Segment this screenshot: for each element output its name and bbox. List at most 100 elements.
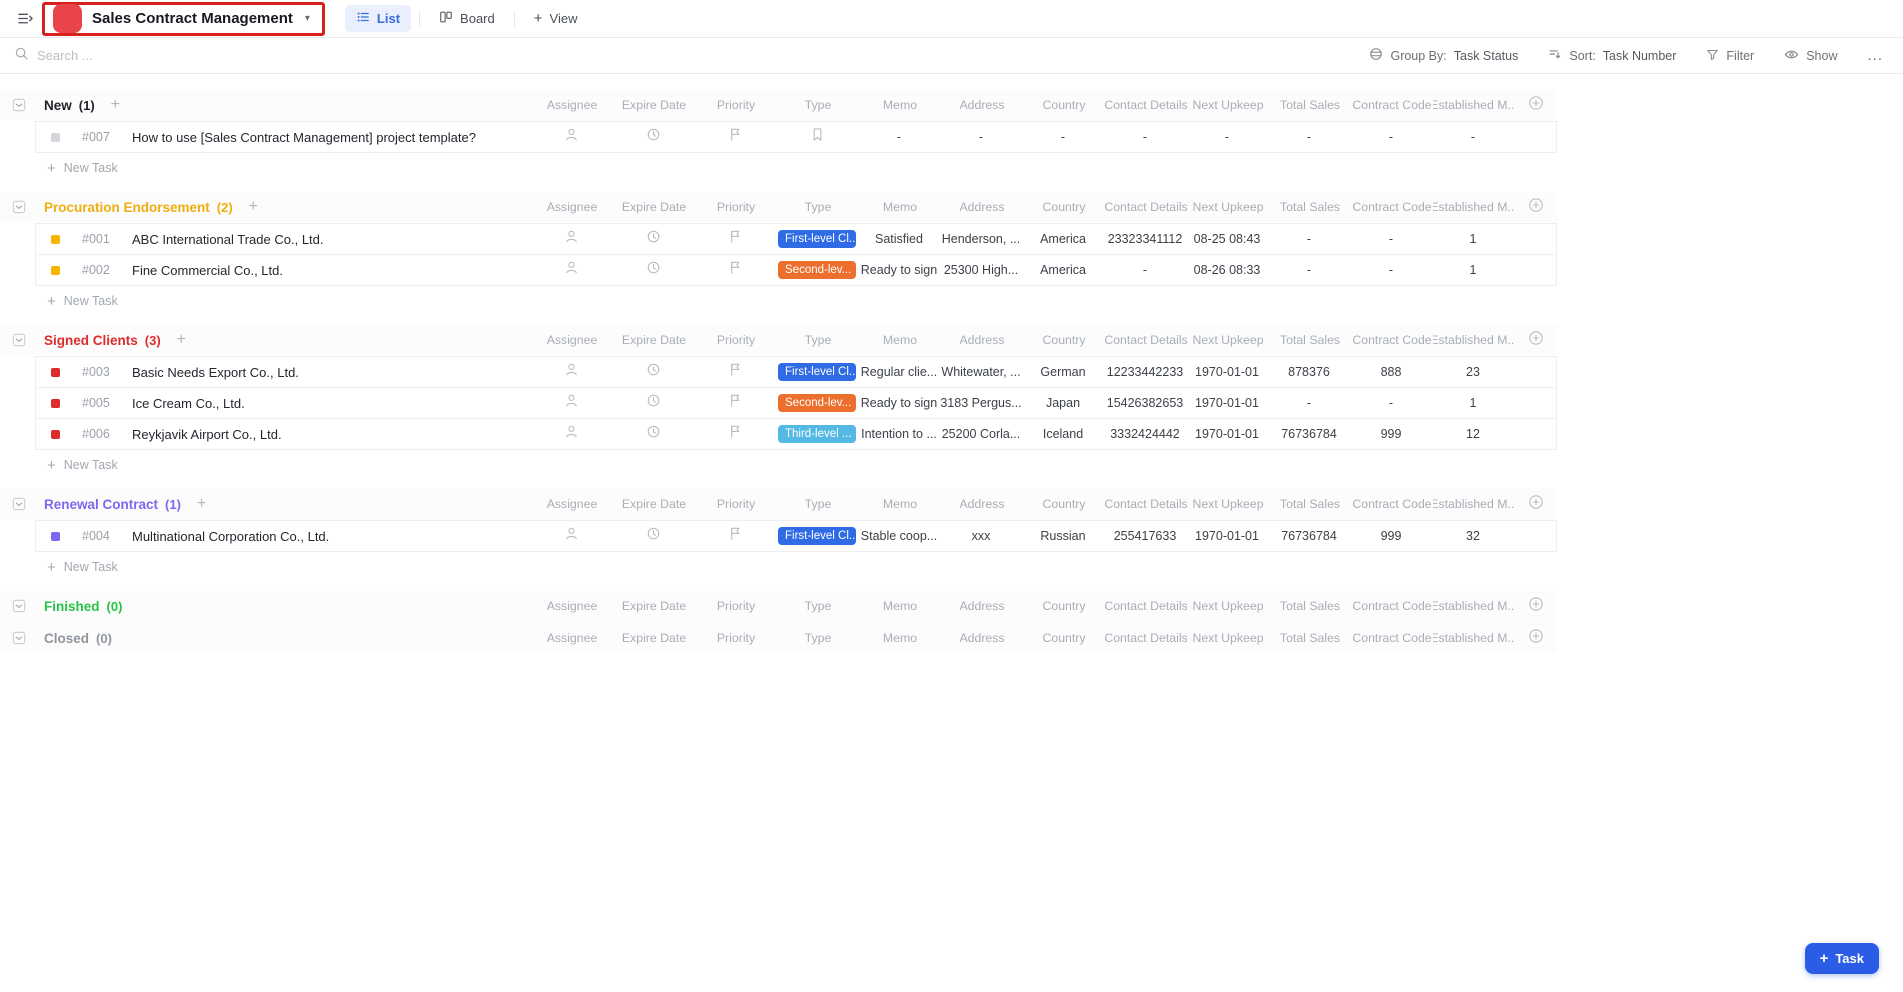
column-header[interactable]: Total Sales [1269,333,1351,347]
group-name[interactable]: Finished [44,599,100,614]
type-badge[interactable]: Second-lev... [778,394,856,412]
column-header[interactable]: Assignee [531,98,613,112]
memo-cell[interactable]: Ready to sign [858,263,940,277]
contract-code-cell[interactable]: 999 [1350,529,1432,543]
column-header[interactable]: Priority [695,333,777,347]
task-title[interactable]: Multinational Corporation Co., Ltd. [132,529,329,544]
expire-date-icon[interactable] [646,393,661,413]
group-name[interactable]: Closed [44,631,89,646]
assignee-icon[interactable] [564,362,579,382]
column-header[interactable]: Assignee [531,497,613,511]
memo-cell[interactable]: Regular clie... [858,365,940,379]
add-column-icon[interactable] [1528,628,1544,649]
add-task-icon[interactable]: + [197,496,206,512]
project-selector[interactable]: Sales Contract Management ▾ [42,2,325,36]
column-header[interactable]: Address [941,98,1023,112]
memo-cell[interactable]: Intention to ... [858,427,940,441]
task-row[interactable]: #003 Basic Needs Export Co., Ltd. First-… [35,356,1557,388]
column-header[interactable]: Memo [859,631,941,645]
column-header[interactable]: Expire Date [613,497,695,511]
assignee-icon[interactable] [564,127,579,147]
type-badge[interactable]: First-level Cl... [778,527,856,545]
column-header[interactable]: Type [777,333,859,347]
contact-details-cell[interactable]: - [1104,130,1186,144]
contact-details-cell[interactable]: 3332424442 [1104,427,1186,441]
column-header[interactable]: Next Upkeep [1187,200,1269,214]
column-header[interactable]: Address [941,599,1023,613]
expire-date-icon[interactable] [646,526,661,546]
expire-date-icon[interactable] [646,229,661,249]
column-header[interactable]: Type [777,98,859,112]
column-header[interactable]: Country [1023,631,1105,645]
priority-flag-icon[interactable] [728,260,743,280]
column-header[interactable]: Priority [695,497,777,511]
contact-details-cell[interactable]: 255417633 [1104,529,1186,543]
column-header[interactable]: Memo [859,497,941,511]
assignee-icon[interactable] [564,393,579,413]
total-sales-cell[interactable]: - [1268,232,1350,246]
task-row[interactable]: #001 ABC International Trade Co., Ltd. F… [35,223,1557,255]
column-header[interactable]: Next Upkeep [1187,497,1269,511]
column-header[interactable]: Established M... [1433,599,1515,613]
column-header[interactable]: Established M... [1433,333,1515,347]
country-cell[interactable]: America [1022,232,1104,246]
next-upkeep-cell[interactable]: 08-26 08:33 [1186,263,1268,277]
tab-list[interactable]: List [345,5,411,32]
column-header[interactable]: Contract Code [1351,333,1433,347]
next-upkeep-cell[interactable]: - [1186,130,1268,144]
column-header[interactable]: Country [1023,599,1105,613]
collapse-group-icon[interactable] [12,333,26,347]
sidebar-expand-icon[interactable] [12,6,38,32]
contact-details-cell[interactable]: 12233442233 [1104,365,1186,379]
group-name[interactable]: New [44,98,72,113]
column-header[interactable]: Expire Date [613,631,695,645]
column-header[interactable]: Memo [859,200,941,214]
show-control[interactable]: Show [1784,47,1837,65]
type-badge[interactable]: First-level Cl... [778,230,856,248]
tab-board[interactable]: Board [428,5,506,32]
established-cell[interactable]: - [1432,130,1514,144]
memo-cell[interactable]: Stable coop... [858,529,940,543]
add-task-icon[interactable]: + [111,97,120,113]
task-row[interactable]: #007 How to use [Sales Contract Manageme… [35,121,1557,153]
column-header[interactable]: Address [941,497,1023,511]
address-cell[interactable]: xxx [940,529,1022,543]
column-header[interactable]: Established M... [1433,631,1515,645]
address-cell[interactable]: Whitewater, ... [940,365,1022,379]
task-title[interactable]: ABC International Trade Co., Ltd. [132,232,324,247]
established-cell[interactable]: 23 [1432,365,1514,379]
column-header[interactable]: Country [1023,333,1105,347]
column-header[interactable]: Expire Date [613,599,695,613]
priority-flag-icon[interactable] [728,526,743,546]
column-header[interactable]: Assignee [531,631,613,645]
contact-details-cell[interactable]: 23323341112 [1104,232,1186,246]
task-title[interactable]: Reykjavik Airport Co., Ltd. [132,427,282,442]
column-header[interactable]: Country [1023,98,1105,112]
add-view-button[interactable]: + View [523,6,589,31]
expire-date-icon[interactable] [646,127,661,147]
column-header[interactable]: Contact Details [1105,333,1187,347]
column-header[interactable]: Type [777,497,859,511]
established-cell[interactable]: 1 [1432,232,1514,246]
country-cell[interactable]: America [1022,263,1104,277]
add-task-icon[interactable]: + [177,332,186,348]
column-header[interactable]: Contract Code [1351,599,1433,613]
collapse-group-icon[interactable] [12,599,26,613]
column-header[interactable]: Established M... [1433,98,1515,112]
collapse-group-icon[interactable] [12,98,26,112]
column-header[interactable]: Total Sales [1269,200,1351,214]
column-header[interactable]: Assignee [531,599,613,613]
established-cell[interactable]: 1 [1432,396,1514,410]
memo-cell[interactable]: Satisfied [858,232,940,246]
more-button[interactable]: ... [1867,47,1883,64]
column-header[interactable]: Next Upkeep [1187,333,1269,347]
task-row[interactable]: #005 Ice Cream Co., Ltd. Second-lev... R… [35,387,1557,419]
column-header[interactable]: Contract Code [1351,631,1433,645]
collapse-group-icon[interactable] [12,631,26,645]
priority-flag-icon[interactable] [728,393,743,413]
add-column-icon[interactable] [1528,197,1544,218]
task-row[interactable]: #006 Reykjavik Airport Co., Ltd. Third-l… [35,418,1557,450]
column-header[interactable]: Type [777,200,859,214]
search-input[interactable] [37,48,297,63]
address-cell[interactable]: Henderson, ... [940,232,1022,246]
